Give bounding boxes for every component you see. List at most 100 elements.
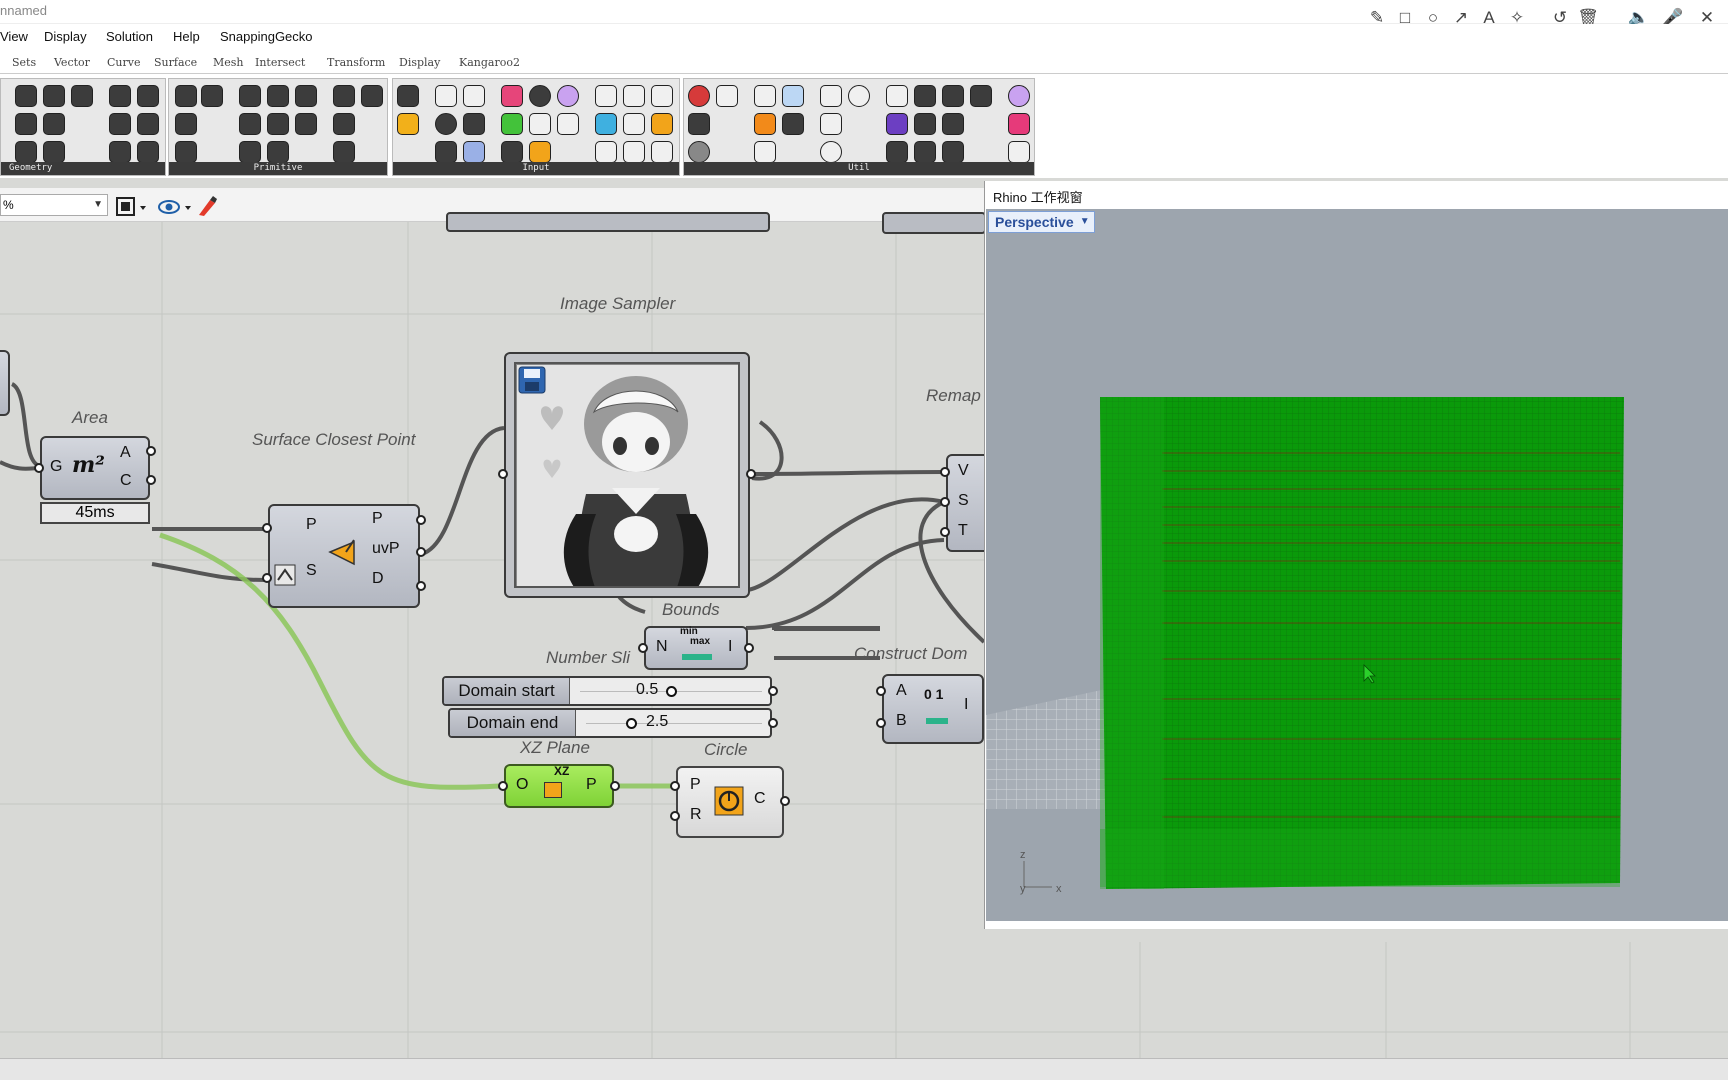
param-icon[interactable] bbox=[501, 141, 523, 163]
function-icon[interactable] bbox=[1008, 141, 1030, 163]
domain-end-slider[interactable]: Domain end 2.5 bbox=[448, 708, 772, 738]
input-grip[interactable] bbox=[940, 497, 950, 507]
param-icon[interactable] bbox=[267, 113, 289, 135]
output-grip[interactable] bbox=[416, 547, 426, 557]
output-grip[interactable] bbox=[146, 475, 156, 485]
slider-knob[interactable] bbox=[666, 686, 677, 697]
cherry-icon[interactable] bbox=[688, 85, 710, 107]
tab-display[interactable]: Display bbox=[399, 56, 440, 69]
param-icon[interactable] bbox=[15, 141, 37, 163]
menu-solution[interactable]: Solution bbox=[106, 29, 153, 44]
param-icon[interactable] bbox=[529, 141, 551, 163]
param-icon[interactable] bbox=[782, 85, 804, 107]
tab-transform[interactable]: Transform bbox=[327, 56, 385, 69]
param-icon[interactable] bbox=[333, 113, 355, 135]
param-icon[interactable] bbox=[651, 113, 673, 135]
output-grip[interactable] bbox=[768, 686, 778, 696]
param-icon[interactable] bbox=[397, 85, 419, 107]
param-icon[interactable] bbox=[435, 85, 457, 107]
output-grip[interactable] bbox=[768, 718, 778, 728]
param-icon[interactable] bbox=[137, 85, 159, 107]
component-partial[interactable] bbox=[446, 212, 770, 232]
param-icon[interactable] bbox=[886, 85, 908, 107]
param-icon[interactable] bbox=[716, 85, 738, 107]
bounds-component[interactable]: N I min max bbox=[644, 626, 748, 670]
input-grip[interactable] bbox=[940, 467, 950, 477]
param-icon[interactable] bbox=[109, 85, 131, 107]
param-icon[interactable] bbox=[43, 141, 65, 163]
tab-sets[interactable]: Sets bbox=[12, 56, 36, 69]
param-icon[interactable] bbox=[175, 85, 197, 107]
param-icon[interactable] bbox=[886, 141, 908, 163]
menu-view[interactable]: View bbox=[0, 29, 28, 44]
param-icon[interactable] bbox=[175, 141, 197, 163]
param-icon[interactable] bbox=[651, 141, 673, 163]
param-icon[interactable] bbox=[942, 113, 964, 135]
output-grip[interactable] bbox=[416, 581, 426, 591]
param-icon[interactable] bbox=[688, 141, 710, 163]
param-icon[interactable] bbox=[886, 113, 908, 135]
param-icon[interactable] bbox=[623, 85, 645, 107]
param-icon[interactable] bbox=[175, 113, 197, 135]
input-grip[interactable] bbox=[670, 781, 680, 791]
input-grip[interactable] bbox=[876, 686, 886, 696]
param-icon[interactable] bbox=[463, 85, 485, 107]
param-icon[interactable] bbox=[970, 85, 992, 107]
input-grip[interactable] bbox=[876, 718, 886, 728]
param-icon[interactable] bbox=[914, 141, 936, 163]
input-grip[interactable] bbox=[262, 573, 272, 583]
tab-vector[interactable]: Vector bbox=[54, 56, 90, 69]
param-icon[interactable] bbox=[109, 141, 131, 163]
param-icon[interactable] bbox=[754, 113, 776, 135]
param-icon[interactable] bbox=[942, 85, 964, 107]
gradient-icon[interactable] bbox=[501, 85, 523, 107]
param-icon[interactable] bbox=[623, 141, 645, 163]
tab-surface[interactable]: Surface bbox=[154, 56, 197, 69]
param-icon[interactable] bbox=[397, 113, 419, 135]
input-grip[interactable] bbox=[638, 643, 648, 653]
xz-plane-component[interactable]: O XZ P bbox=[504, 764, 614, 808]
tab-curve[interactable]: Curve bbox=[107, 56, 140, 69]
param-icon[interactable] bbox=[463, 141, 485, 163]
param-icon[interactable] bbox=[623, 113, 645, 135]
output-grip[interactable] bbox=[610, 781, 620, 791]
component-partial[interactable] bbox=[0, 350, 10, 416]
eye-icon[interactable] bbox=[158, 196, 194, 218]
construct-domain-component[interactable]: A B 0 1 I bbox=[882, 674, 984, 744]
magnifier-icon[interactable] bbox=[820, 141, 842, 163]
tab-kangaroo2[interactable]: Kangaroo2 bbox=[459, 56, 520, 69]
clock-icon[interactable] bbox=[529, 85, 551, 107]
param-icon[interactable] bbox=[595, 85, 617, 107]
param-icon[interactable] bbox=[43, 85, 65, 107]
area-component[interactable]: G m² A C bbox=[40, 436, 150, 500]
input-grip[interactable] bbox=[498, 469, 508, 479]
param-icon[interactable] bbox=[435, 141, 457, 163]
input-grip[interactable] bbox=[34, 463, 44, 473]
input-grip[interactable] bbox=[670, 811, 680, 821]
menu-help[interactable]: Help bbox=[173, 29, 200, 44]
output-grip[interactable] bbox=[416, 515, 426, 525]
param-icon[interactable] bbox=[501, 113, 523, 135]
timer-icon[interactable] bbox=[848, 85, 870, 107]
param-icon[interactable] bbox=[201, 85, 223, 107]
input-grip[interactable] bbox=[498, 781, 508, 791]
tab-intersect[interactable]: Intersect bbox=[255, 56, 305, 69]
param-icon[interactable] bbox=[942, 141, 964, 163]
param-icon[interactable] bbox=[267, 85, 289, 107]
param-icon[interactable] bbox=[463, 113, 485, 135]
param-icon[interactable] bbox=[137, 141, 159, 163]
param-icon[interactable] bbox=[651, 85, 673, 107]
surface-closest-point-component[interactable]: P S P uvP D bbox=[268, 504, 420, 608]
tab-mesh[interactable]: Mesh bbox=[213, 56, 244, 69]
param-icon[interactable] bbox=[595, 141, 617, 163]
flask-icon[interactable] bbox=[1008, 113, 1030, 135]
param-icon[interactable] bbox=[333, 141, 355, 163]
zoom-extents-icon[interactable] bbox=[115, 196, 149, 218]
param-icon[interactable] bbox=[109, 113, 131, 135]
param-icon[interactable] bbox=[267, 141, 289, 163]
param-icon[interactable] bbox=[239, 85, 261, 107]
circle-component[interactable]: P R C bbox=[676, 766, 784, 838]
param-icon[interactable] bbox=[782, 113, 804, 135]
param-icon[interactable] bbox=[239, 141, 261, 163]
tree-icon[interactable] bbox=[688, 113, 710, 135]
